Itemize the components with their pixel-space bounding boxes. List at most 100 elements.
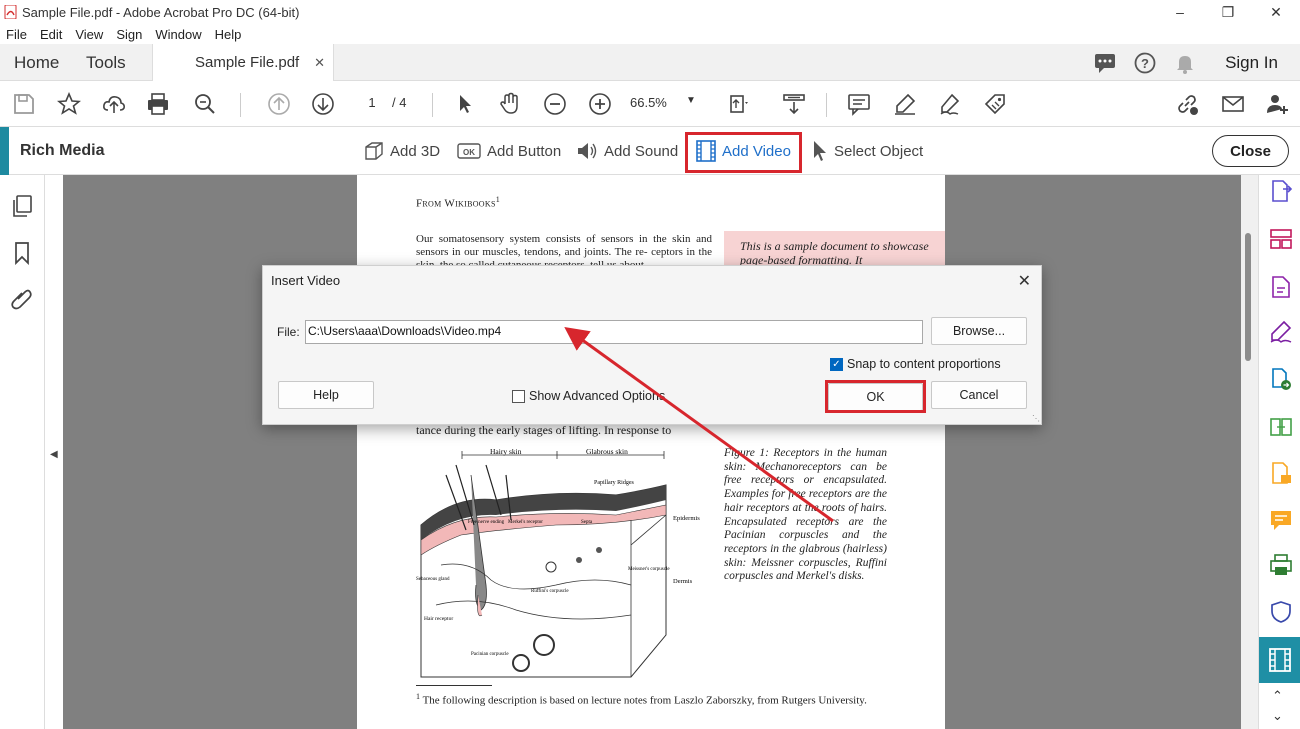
close-window-button[interactable]: ✕: [1252, 0, 1300, 24]
scroll-down-icon[interactable]: ⌄: [1272, 708, 1283, 724]
close-tab-icon[interactable]: ✕: [314, 55, 325, 71]
browse-button[interactable]: Browse...: [931, 317, 1027, 345]
page-number-input[interactable]: 1: [356, 95, 388, 110]
attachments-icon[interactable]: [10, 287, 34, 311]
menu-window[interactable]: Window: [155, 27, 201, 42]
add-user-icon[interactable]: [1264, 91, 1290, 117]
dialog-close-icon[interactable]: ✕: [1018, 271, 1031, 291]
label-meissner: Meissner's corpuscle: [628, 567, 670, 572]
prev-page-icon[interactable]: [266, 91, 292, 117]
snap-proportions-label: Snap to content proportions: [847, 357, 1001, 371]
email-icon[interactable]: [1220, 91, 1246, 117]
print-icon[interactable]: [145, 91, 171, 117]
menu-bar: File Edit View Sign Window Help: [0, 24, 1300, 44]
compare-files-icon[interactable]: [1269, 415, 1293, 439]
checkmark-icon: ✓: [830, 357, 843, 371]
label-dermis: Dermis: [673, 578, 693, 585]
sign-pen-icon[interactable]: [937, 91, 963, 117]
highlight-pen-icon[interactable]: [892, 91, 918, 117]
add-sound-button[interactable]: Add Sound: [576, 141, 678, 161]
page-fit-icon[interactable]: [726, 91, 752, 117]
file-path-input[interactable]: C:\Users\aaa\Downloads\Video.mp4: [305, 320, 923, 344]
document-scrollbar[interactable]: [1241, 175, 1258, 729]
fill-sign-icon[interactable]: [1269, 320, 1293, 344]
left-nav-pane: [0, 175, 45, 729]
tab-home[interactable]: Home: [14, 44, 59, 81]
page-thumbnails-icon[interactable]: [10, 194, 34, 218]
doc-heading-footnote-mark: 1: [495, 195, 501, 204]
footnote-rule: [416, 685, 492, 686]
comments-icon[interactable]: [1085, 52, 1125, 74]
zoom-in-icon[interactable]: [587, 91, 613, 117]
select-cursor-icon[interactable]: [452, 91, 478, 117]
share-link-icon[interactable]: [1174, 91, 1200, 117]
print-production-icon[interactable]: [1269, 553, 1293, 577]
label-septa: Septa: [581, 520, 593, 525]
tabs-bar: Home Tools Sample File.pdf ✕ ? Sign In: [0, 44, 1300, 81]
hand-tool-icon[interactable]: [497, 91, 523, 117]
add-button-label: Add Button: [487, 142, 562, 160]
protect-shield-icon[interactable]: [1269, 600, 1293, 624]
minimize-button[interactable]: –: [1156, 0, 1204, 24]
bookmarks-icon[interactable]: [10, 241, 34, 265]
arrow-cursor-icon: [814, 141, 826, 161]
rich-media-tool-active[interactable]: [1259, 637, 1300, 683]
svg-text:OK: OK: [463, 148, 475, 157]
scrollbar-thumb[interactable]: [1245, 233, 1251, 361]
help-button[interactable]: Help: [278, 381, 374, 409]
notifications-icon[interactable]: [1165, 52, 1205, 74]
advanced-options-checkbox[interactable]: Show Advanced Options: [512, 389, 665, 403]
create-pdf-icon[interactable]: [1269, 275, 1293, 299]
window-title: Sample File.pdf - Adobe Acrobat Pro DC (…: [22, 4, 300, 20]
select-object-button[interactable]: Select Object: [812, 141, 923, 161]
send-for-review-icon[interactable]: [1269, 367, 1293, 391]
chevron-down-icon: ▼: [686, 95, 696, 106]
pdf-page: From Wikibooks1 Our somatosensory system…: [357, 175, 945, 729]
next-page-icon[interactable]: [310, 91, 336, 117]
zoom-level-select[interactable]: 66.5% ▼: [630, 95, 700, 110]
file-label: File:: [277, 325, 300, 339]
organize-pages-icon[interactable]: [1269, 227, 1293, 251]
menu-help[interactable]: Help: [215, 27, 242, 42]
speaker-icon: [578, 143, 597, 159]
save-icon[interactable]: [11, 91, 37, 117]
close-tool-button[interactable]: Close: [1212, 135, 1289, 167]
add-3d-button[interactable]: Add 3D: [364, 141, 440, 161]
tab-tools[interactable]: Tools: [86, 44, 126, 81]
cancel-button[interactable]: Cancel: [931, 381, 1027, 409]
add-3d-label: Add 3D: [390, 142, 441, 160]
label-ruffini: Ruffini's corpuscle: [531, 589, 569, 594]
tab-document[interactable]: Sample File.pdf ✕: [152, 44, 334, 81]
tool-accent-bar: [0, 127, 9, 175]
menu-edit[interactable]: Edit: [40, 27, 62, 42]
upload-cloud-icon[interactable]: [101, 91, 127, 117]
zoom-out-icon[interactable]: [542, 91, 568, 117]
bookmark-star-icon[interactable]: [56, 91, 82, 117]
menu-sign[interactable]: Sign: [116, 27, 142, 42]
export-pdf-icon[interactable]: [1269, 179, 1293, 203]
edit-pdf-icon[interactable]: [1269, 461, 1293, 485]
help-icon[interactable]: ?: [1125, 52, 1165, 74]
skin-receptors-figure: Hairy skin Glabrous skin Papillary Ridge…: [416, 447, 700, 678]
scroll-up-icon[interactable]: ⌃: [1272, 688, 1283, 704]
label-free-nerve: Free nerve ending: [468, 520, 505, 525]
footnote-text: The following description is based on le…: [422, 694, 867, 707]
main-toolbar: 1 / 4 66.5% ▼: [0, 81, 1300, 127]
zoom-search-icon[interactable]: [192, 91, 218, 117]
title-bar: Sample File.pdf - Adobe Acrobat Pro DC (…: [0, 0, 1300, 24]
scrolling-mode-icon[interactable]: [781, 91, 807, 117]
menu-file[interactable]: File: [6, 27, 27, 42]
rich-media-toolbar: Rich Media Add 3D OK Add Button Add Soun…: [0, 127, 1300, 175]
doc-paragraph-2: tance during the early stages of lifting…: [416, 423, 672, 437]
collapse-left-pane-icon[interactable]: ◀: [50, 449, 58, 460]
comment-tool-icon[interactable]: [1269, 508, 1293, 532]
redact-tag-icon[interactable]: [982, 91, 1008, 117]
maximize-button[interactable]: ❐: [1204, 0, 1252, 24]
sign-in-link[interactable]: Sign In: [1225, 53, 1278, 73]
comment-icon[interactable]: [846, 91, 872, 117]
resize-grip-icon[interactable]: ⋱: [1032, 414, 1040, 423]
svg-text:?: ?: [1141, 56, 1149, 71]
add-button-button[interactable]: OK Add Button: [457, 141, 561, 161]
snap-proportions-checkbox[interactable]: ✓ Snap to content proportions: [830, 357, 1001, 371]
menu-view[interactable]: View: [75, 27, 103, 42]
